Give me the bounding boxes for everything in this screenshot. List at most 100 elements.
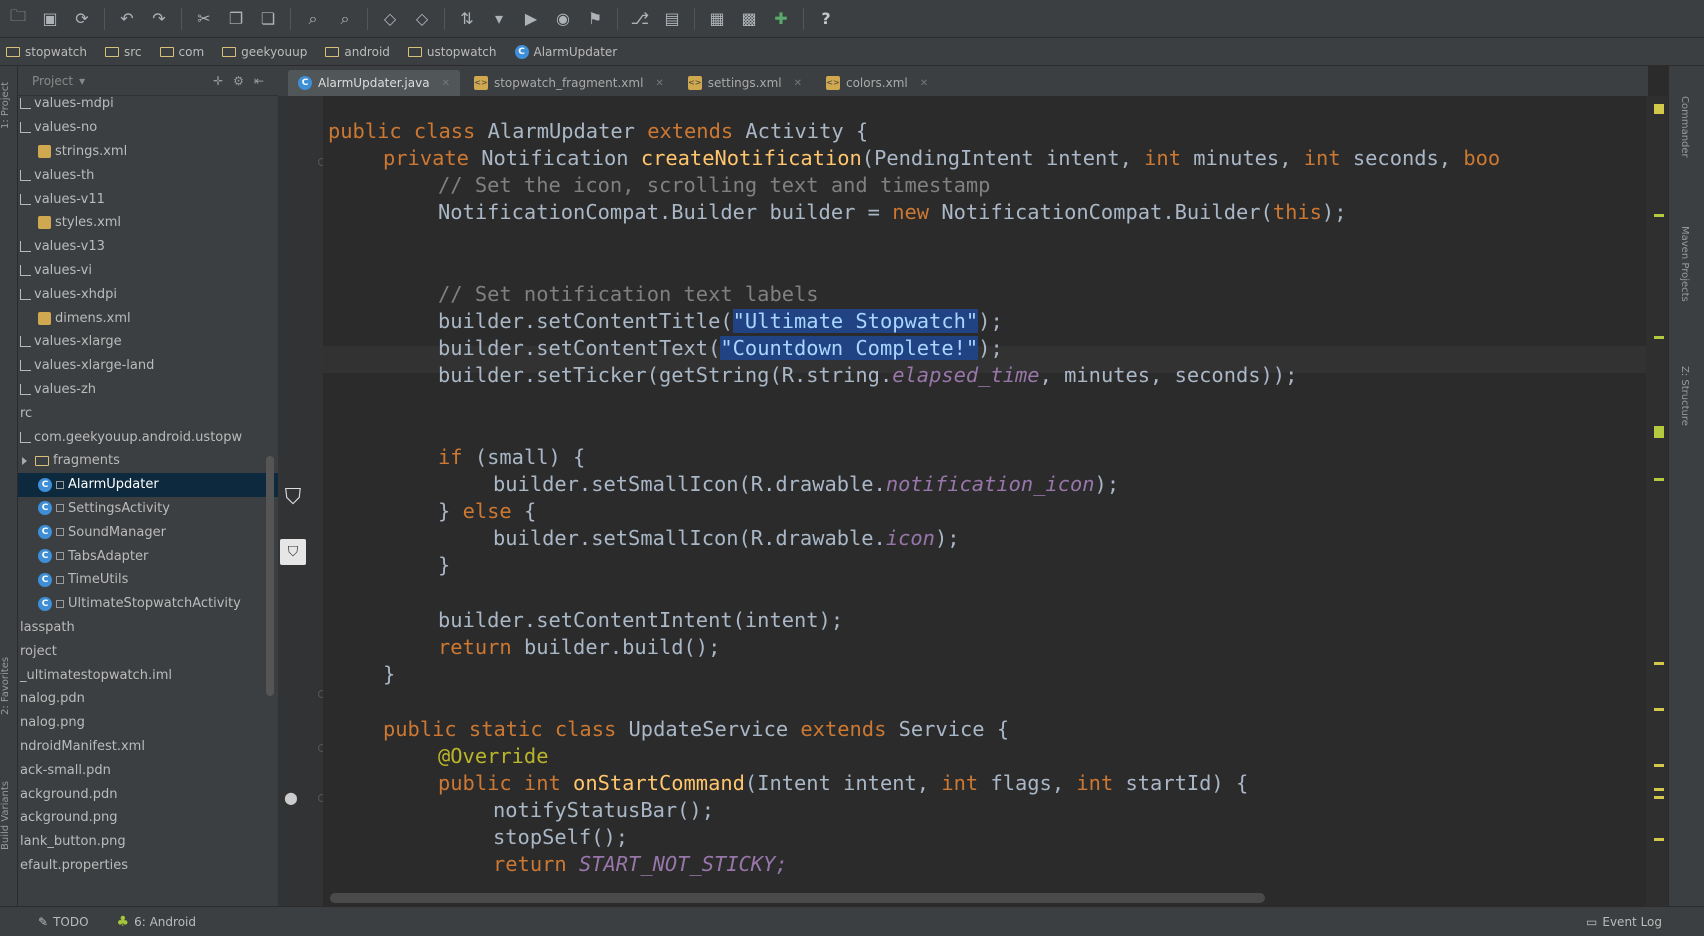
tree-item[interactable]: _ultimatestopwatch.iml [18,663,278,687]
close-icon[interactable]: ✕ [920,78,928,89]
stripe-marker[interactable] [1654,662,1664,665]
vcs-icon[interactable]: ⎇ [626,5,654,33]
attach-icon[interactable]: ⚑ [581,5,609,33]
run-config-icon[interactable]: ▾ [485,5,513,33]
close-icon[interactable]: ✕ [794,78,802,89]
tree-item[interactable]: values-xhdpi [18,282,278,306]
override-icon[interactable]: ⬤ [278,785,304,811]
hide-panel-icon[interactable]: ⇤ [254,74,264,88]
save-icon[interactable]: ▣ [36,5,64,33]
editor-horizontal-scrollbar[interactable] [330,893,1265,903]
tree-item[interactable]: C TabsAdapter [18,544,278,568]
avd-manager-icon[interactable]: ▦ [703,5,731,33]
structure-tool-tab[interactable]: Z: Structure [1679,366,1690,426]
tab-stopwatch-fragment-xml[interactable]: <> stopwatch_fragment.xml ✕ [464,70,674,96]
tree-item[interactable]: values-no [18,116,278,140]
tree-item[interactable]: strings.xml [18,140,278,164]
breadcrumb-item[interactable]: stopwatch [6,45,87,59]
event-log-button[interactable]: ▭ Event Log [1586,915,1662,929]
stripe-marker[interactable] [1654,214,1664,217]
tree-item[interactable]: com.geekyouup.android.ustopw [18,425,278,449]
android-tool-button[interactable]: ♣ 6: Android [117,914,196,930]
favorites-tool-tab[interactable]: 2: Favorites [0,646,18,726]
tree-item[interactable]: values-vi [18,259,278,283]
stripe-marker[interactable] [1654,838,1664,841]
inspection-status-icon[interactable] [1654,104,1664,114]
stripe-marker[interactable] [1654,336,1664,339]
build-variants-tool-tab[interactable]: Build Variants [0,766,18,866]
tree-item[interactable]: lasspath [18,616,278,640]
debug-icon[interactable]: ◉ [549,5,577,33]
close-icon[interactable]: ✕ [655,78,663,89]
tree-item[interactable]: values-zh [18,378,278,402]
back-icon[interactable]: ◇ [376,5,404,33]
android-device-icon[interactable]: ▩ [735,5,763,33]
paste-icon[interactable]: ❏ [254,5,282,33]
open-icon[interactable]: 🗀 [4,5,32,33]
help-icon[interactable]: ? [812,5,840,33]
tree-item[interactable]: fragments [18,449,278,473]
commander-tool-tab[interactable]: Commander [1679,96,1690,158]
tree-item[interactable]: dimens.xml [18,306,278,330]
tree-item[interactable]: values-v13 [18,235,278,259]
sync-icon[interactable]: ⟳ [68,5,96,33]
tree-item[interactable]: values-xlarge [18,330,278,354]
settings-gear-icon[interactable]: ⚙ [233,74,244,88]
breadcrumb-item[interactable]: C AlarmUpdater [514,44,617,59]
tree-item[interactable]: rc [18,401,278,425]
tree-item[interactable]: C SoundManager [18,520,278,544]
maven-projects-tool-tab[interactable]: Maven Projects [1679,226,1690,302]
project-scrollbar[interactable] [266,456,274,696]
stripe-marker[interactable] [1654,708,1664,711]
tree-item[interactable]: C UltimateStopwatchActivity [18,592,278,616]
tab-alarmupdater-java[interactable]: C AlarmUpdater.java ✕ [288,70,460,96]
tree-item[interactable]: nalog.png [18,711,278,735]
tree-item[interactable]: roject [18,639,278,663]
chevron-right-icon[interactable] [22,456,27,465]
tree-item[interactable]: nalog.pdn [18,687,278,711]
todo-tool-button[interactable]: ✎ TODO [38,915,89,929]
replace-icon[interactable]: ⌕ [331,5,359,33]
sdk-manager-icon[interactable]: ▤ [658,5,686,33]
tab-colors-xml[interactable]: <> colors.xml ✕ [816,70,938,96]
tree-item[interactable]: C SettingsActivity [18,497,278,521]
stripe-marker[interactable] [1654,788,1664,791]
tree-item[interactable]: values-th [18,163,278,187]
breadcrumb-item[interactable]: ustopwatch [407,45,497,59]
undo-icon[interactable]: ↶ [113,5,141,33]
stripe-marker[interactable] [1654,426,1664,438]
code-editor[interactable]: public class AlarmUpdater extends Activi… [323,96,1646,896]
scroll-from-source-icon[interactable]: ✛ [213,74,223,88]
selected-string[interactable]: "Countdown Complete!" [720,336,979,360]
tree-item[interactable]: ndroidManifest.xml [18,735,278,759]
redo-icon[interactable]: ↷ [145,5,173,33]
forward-icon[interactable]: ◇ [408,5,436,33]
breadcrumb-item[interactable]: com [159,45,204,59]
breadcrumb-item[interactable]: android [325,45,390,59]
tree-item[interactable]: ack-small.pdn [18,758,278,782]
stripe-marker[interactable] [1654,478,1664,481]
tree-item[interactable]: efault.properties [18,854,278,878]
breadcrumb-item[interactable]: src [105,45,142,59]
selected-string[interactable]: "Ultimate Stopwatch" [732,309,979,333]
stripe-marker[interactable] [1654,764,1664,767]
project-tool-tab[interactable]: 1: Project [0,70,18,140]
breadcrumb-item[interactable]: geekyouup [222,45,307,59]
tree-item[interactable]: ackground.png [18,806,278,830]
make-icon[interactable]: ⇅ [453,5,481,33]
tab-settings-xml[interactable]: <> settings.xml ✕ [678,70,812,96]
tree-item[interactable]: styles.xml [18,211,278,235]
stripe-marker[interactable] [1654,796,1664,799]
shield-icon[interactable]: ⛉ [280,539,306,565]
tree-item[interactable]: values-v11 [18,187,278,211]
tree-item[interactable]: C TimeUtils [18,568,278,592]
close-icon[interactable]: ✕ [442,78,450,89]
run-icon[interactable]: ▶ [517,5,545,33]
shield-icon[interactable]: ⛉ [280,484,306,510]
tree-item[interactable]: ackground.pdn [18,782,278,806]
chevron-down-icon[interactable]: ▾ [79,74,85,88]
tree-item[interactable]: values-mdpi [18,92,278,116]
project-view-selector[interactable]: Project [32,74,73,88]
android-icon[interactable]: ✚ [767,5,795,33]
copy-icon[interactable]: ❐ [222,5,250,33]
